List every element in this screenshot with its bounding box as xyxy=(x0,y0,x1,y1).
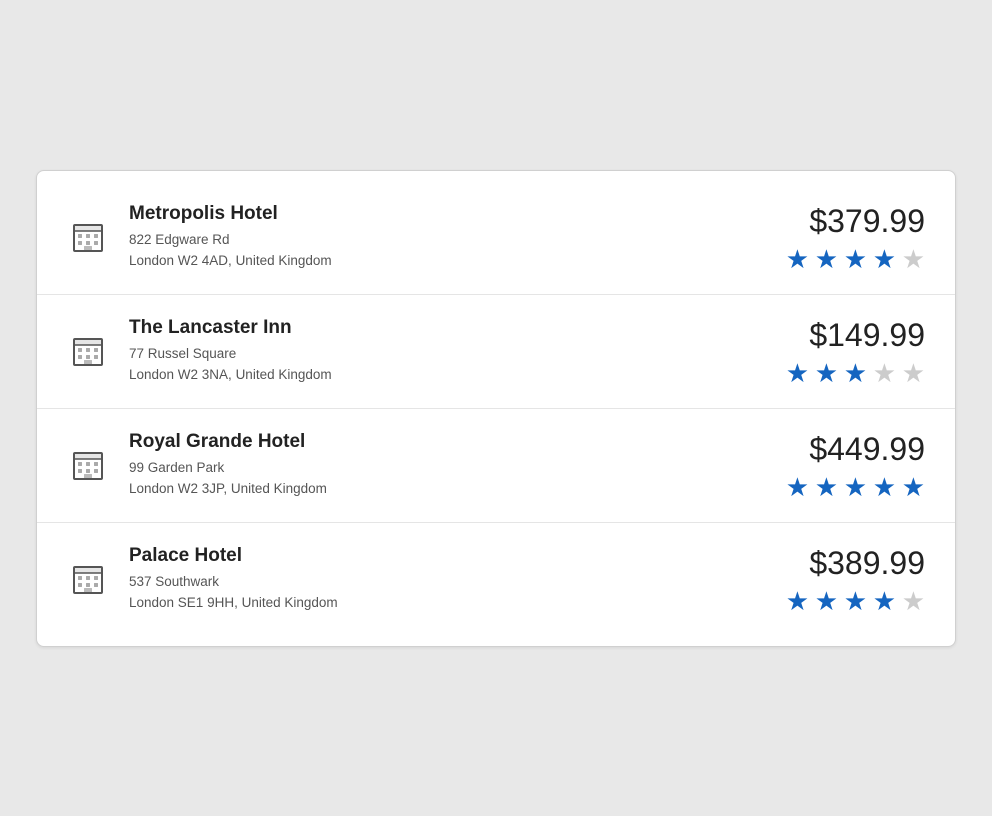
hotel-price-rating: $389.99 ★★★★★ xyxy=(765,545,925,614)
star-filled-icon: ★ xyxy=(870,474,896,500)
star-filled-icon: ★ xyxy=(812,588,838,614)
hotel-price-rating: $379.99 ★★★★★ xyxy=(765,203,925,272)
star-filled-icon: ★ xyxy=(812,246,838,272)
hotel-building-icon xyxy=(67,558,109,600)
star-filled-icon: ★ xyxy=(783,246,809,272)
hotel-row[interactable]: The Lancaster Inn 77 Russel Square Londo… xyxy=(37,295,955,409)
star-filled-icon: ★ xyxy=(812,474,838,500)
hotel-price: $149.99 xyxy=(765,317,925,354)
star-filled-icon: ★ xyxy=(841,360,867,386)
hotel-list: Metropolis Hotel 822 Edgware Rd London W… xyxy=(36,170,956,647)
hotel-address-line2: London SE1 9HH, United Kingdom xyxy=(129,593,765,613)
hotel-building-icon xyxy=(67,216,109,258)
hotel-address-line2: London W2 3NA, United Kingdom xyxy=(129,365,765,385)
star-rating: ★★★★★ xyxy=(765,360,925,386)
star-filled-icon: ★ xyxy=(841,474,867,500)
hotel-info: The Lancaster Inn 77 Russel Square Londo… xyxy=(129,317,765,385)
hotel-price: $379.99 xyxy=(765,203,925,240)
star-filled-icon: ★ xyxy=(783,474,809,500)
hotel-building-icon xyxy=(67,444,109,486)
hotel-price: $449.99 xyxy=(765,431,925,468)
star-filled-icon: ★ xyxy=(899,474,925,500)
star-rating: ★★★★★ xyxy=(765,246,925,272)
star-filled-icon: ★ xyxy=(870,588,896,614)
star-empty-icon: ★ xyxy=(899,588,925,614)
hotel-address-line2: London W2 3JP, United Kingdom xyxy=(129,479,765,499)
star-rating: ★★★★★ xyxy=(765,588,925,614)
hotel-address-line1: 537 Southwark xyxy=(129,572,765,592)
star-filled-icon: ★ xyxy=(870,246,896,272)
star-filled-icon: ★ xyxy=(841,588,867,614)
star-filled-icon: ★ xyxy=(812,360,838,386)
star-empty-icon: ★ xyxy=(899,246,925,272)
star-filled-icon: ★ xyxy=(783,588,809,614)
hotel-row[interactable]: Metropolis Hotel 822 Edgware Rd London W… xyxy=(37,181,955,295)
hotel-info: Metropolis Hotel 822 Edgware Rd London W… xyxy=(129,203,765,271)
hotel-address-line1: 77 Russel Square xyxy=(129,344,765,364)
hotel-price-rating: $449.99 ★★★★★ xyxy=(765,431,925,500)
star-rating: ★★★★★ xyxy=(765,474,925,500)
star-filled-icon: ★ xyxy=(841,246,867,272)
hotel-price: $389.99 xyxy=(765,545,925,582)
hotel-info: Royal Grande Hotel 99 Garden Park London… xyxy=(129,431,765,499)
star-empty-icon: ★ xyxy=(899,360,925,386)
hotel-name: Palace Hotel xyxy=(129,545,765,567)
hotel-row[interactable]: Royal Grande Hotel 99 Garden Park London… xyxy=(37,409,955,523)
hotel-info: Palace Hotel 537 Southwark London SE1 9H… xyxy=(129,545,765,613)
hotel-row[interactable]: Palace Hotel 537 Southwark London SE1 9H… xyxy=(37,523,955,636)
star-empty-icon: ★ xyxy=(870,360,896,386)
hotel-address-line1: 822 Edgware Rd xyxy=(129,230,765,250)
hotel-building-icon xyxy=(67,330,109,372)
hotel-name: Royal Grande Hotel xyxy=(129,431,765,453)
hotel-address-line2: London W2 4AD, United Kingdom xyxy=(129,251,765,271)
hotel-price-rating: $149.99 ★★★★★ xyxy=(765,317,925,386)
star-filled-icon: ★ xyxy=(783,360,809,386)
hotel-name: The Lancaster Inn xyxy=(129,317,765,339)
hotel-name: Metropolis Hotel xyxy=(129,203,765,225)
hotel-address-line1: 99 Garden Park xyxy=(129,458,765,478)
